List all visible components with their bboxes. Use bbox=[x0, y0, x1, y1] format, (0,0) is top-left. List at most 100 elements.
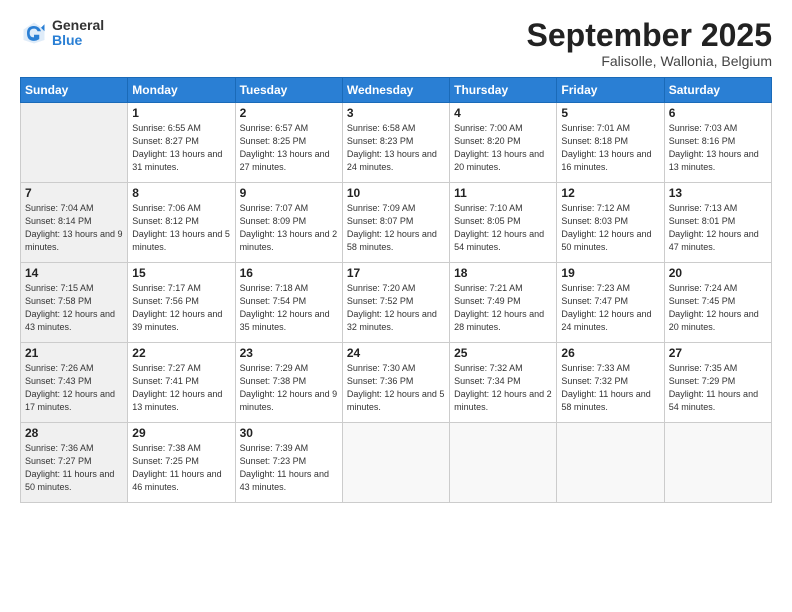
page: General Blue September 2025 Falisolle, W… bbox=[0, 0, 792, 612]
cell-w3-d6: 20Sunrise: 7:24 AM Sunset: 7:45 PM Dayli… bbox=[664, 263, 771, 343]
day-info: Sunrise: 7:12 AM Sunset: 8:03 PM Dayligh… bbox=[561, 202, 659, 254]
cell-w2-d4: 11Sunrise: 7:10 AM Sunset: 8:05 PM Dayli… bbox=[450, 183, 557, 263]
day-number: 23 bbox=[240, 346, 338, 360]
day-info: Sunrise: 7:04 AM Sunset: 8:14 PM Dayligh… bbox=[25, 202, 123, 254]
cell-w5-d5 bbox=[557, 423, 664, 503]
cell-w4-d5: 26Sunrise: 7:33 AM Sunset: 7:32 PM Dayli… bbox=[557, 343, 664, 423]
day-number: 2 bbox=[240, 106, 338, 120]
day-info: Sunrise: 7:38 AM Sunset: 7:25 PM Dayligh… bbox=[132, 442, 230, 494]
cell-w3-d5: 19Sunrise: 7:23 AM Sunset: 7:47 PM Dayli… bbox=[557, 263, 664, 343]
logo-icon bbox=[20, 19, 48, 47]
cell-w1-d4: 4 Sunrise: 7:00 AM Sunset: 8:20 PM Daylig… bbox=[450, 103, 557, 183]
day-info: Sunrise: 7:27 AM Sunset: 7:41 PM Dayligh… bbox=[132, 362, 230, 414]
day-number: 10 bbox=[347, 186, 445, 200]
cell-w3-d4: 18Sunrise: 7:21 AM Sunset: 7:49 PM Dayli… bbox=[450, 263, 557, 343]
calendar: Sunday Monday Tuesday Wednesday Thursday… bbox=[20, 77, 772, 503]
cell-w1-d1: 1 Sunrise: 6:55 AM Sunset: 8:27 PM Daylig… bbox=[128, 103, 235, 183]
day-number: 30 bbox=[240, 426, 338, 440]
day-info: Sunrise: 7:00 AM Sunset: 8:20 PM Dayligh… bbox=[454, 122, 552, 174]
day-info: Sunrise: 7:32 AM Sunset: 7:34 PM Dayligh… bbox=[454, 362, 552, 414]
day-number: 12 bbox=[561, 186, 659, 200]
cell-w4-d0: 21Sunrise: 7:26 AM Sunset: 7:43 PM Dayli… bbox=[21, 343, 128, 423]
week-row-1: 1 Sunrise: 6:55 AM Sunset: 8:27 PM Daylig… bbox=[21, 103, 772, 183]
cell-w4-d2: 23 Sunrise: 7:29 AM Sunset: 7:38 PM Dayli… bbox=[235, 343, 342, 423]
day-info: Sunrise: 7:07 AM Sunset: 8:09 PM Dayligh… bbox=[240, 202, 338, 254]
day-number: 5 bbox=[561, 106, 659, 120]
col-friday: Friday bbox=[557, 78, 664, 103]
col-saturday: Saturday bbox=[664, 78, 771, 103]
cell-w5-d3 bbox=[342, 423, 449, 503]
day-info: Sunrise: 7:36 AM Sunset: 7:27 PM Dayligh… bbox=[25, 442, 123, 494]
cell-w2-d5: 12 Sunrise: 7:12 AM Sunset: 8:03 PM Dayli… bbox=[557, 183, 664, 263]
cell-w5-d6 bbox=[664, 423, 771, 503]
day-info: Sunrise: 6:58 AM Sunset: 8:23 PM Dayligh… bbox=[347, 122, 445, 174]
week-row-2: 7Sunrise: 7:04 AM Sunset: 8:14 PM Daylig… bbox=[21, 183, 772, 263]
day-info: Sunrise: 7:21 AM Sunset: 7:49 PM Dayligh… bbox=[454, 282, 552, 334]
logo-general: General bbox=[52, 18, 104, 33]
day-number: 13 bbox=[669, 186, 767, 200]
day-info: Sunrise: 7:17 AM Sunset: 7:56 PM Dayligh… bbox=[132, 282, 230, 334]
day-info: Sunrise: 7:39 AM Sunset: 7:23 PM Dayligh… bbox=[240, 442, 338, 494]
day-info: Sunrise: 7:03 AM Sunset: 8:16 PM Dayligh… bbox=[669, 122, 767, 174]
day-number: 15 bbox=[132, 266, 230, 280]
col-tuesday: Tuesday bbox=[235, 78, 342, 103]
day-number: 14 bbox=[25, 266, 123, 280]
week-row-5: 28Sunrise: 7:36 AM Sunset: 7:27 PM Dayli… bbox=[21, 423, 772, 503]
day-info: Sunrise: 7:29 AM Sunset: 7:38 PM Dayligh… bbox=[240, 362, 338, 414]
title-block: September 2025 Falisolle, Wallonia, Belg… bbox=[527, 18, 772, 69]
col-monday: Monday bbox=[128, 78, 235, 103]
week-row-3: 14 Sunrise: 7:15 AM Sunset: 7:58 PM Dayli… bbox=[21, 263, 772, 343]
cell-w2-d0: 7Sunrise: 7:04 AM Sunset: 8:14 PM Daylig… bbox=[21, 183, 128, 263]
cell-w3-d3: 17 Sunrise: 7:20 AM Sunset: 7:52 PM Dayli… bbox=[342, 263, 449, 343]
cell-w4-d6: 27 Sunrise: 7:35 AM Sunset: 7:29 PM Dayli… bbox=[664, 343, 771, 423]
cell-w4-d4: 25Sunrise: 7:32 AM Sunset: 7:34 PM Dayli… bbox=[450, 343, 557, 423]
day-number: 8 bbox=[132, 186, 230, 200]
cell-w4-d3: 24 Sunrise: 7:30 AM Sunset: 7:36 PM Dayli… bbox=[342, 343, 449, 423]
day-number: 3 bbox=[347, 106, 445, 120]
day-number: 6 bbox=[669, 106, 767, 120]
cell-w2-d3: 10 Sunrise: 7:09 AM Sunset: 8:07 PM Dayli… bbox=[342, 183, 449, 263]
cell-w1-d2: 2 Sunrise: 6:57 AM Sunset: 8:25 PM Daylig… bbox=[235, 103, 342, 183]
cell-w2-d6: 13Sunrise: 7:13 AM Sunset: 8:01 PM Dayli… bbox=[664, 183, 771, 263]
day-number: 11 bbox=[454, 186, 552, 200]
day-info: Sunrise: 7:18 AM Sunset: 7:54 PM Dayligh… bbox=[240, 282, 338, 334]
col-thursday: Thursday bbox=[450, 78, 557, 103]
day-info: Sunrise: 6:57 AM Sunset: 8:25 PM Dayligh… bbox=[240, 122, 338, 174]
cell-w1-d0 bbox=[21, 103, 128, 183]
cell-w2-d1: 8Sunrise: 7:06 AM Sunset: 8:12 PM Daylig… bbox=[128, 183, 235, 263]
cell-w3-d0: 14 Sunrise: 7:15 AM Sunset: 7:58 PM Dayli… bbox=[21, 263, 128, 343]
cell-w3-d2: 16 Sunrise: 7:18 AM Sunset: 7:54 PM Dayli… bbox=[235, 263, 342, 343]
cell-w4-d1: 22Sunrise: 7:27 AM Sunset: 7:41 PM Dayli… bbox=[128, 343, 235, 423]
cell-w1-d5: 5 Sunrise: 7:01 AM Sunset: 8:18 PM Daylig… bbox=[557, 103, 664, 183]
day-number: 29 bbox=[132, 426, 230, 440]
day-number: 9 bbox=[240, 186, 338, 200]
day-info: Sunrise: 7:26 AM Sunset: 7:43 PM Dayligh… bbox=[25, 362, 123, 414]
day-number: 27 bbox=[669, 346, 767, 360]
location: Falisolle, Wallonia, Belgium bbox=[527, 53, 772, 69]
cell-w1-d3: 3 Sunrise: 6:58 AM Sunset: 8:23 PM Daylig… bbox=[342, 103, 449, 183]
day-info: Sunrise: 7:30 AM Sunset: 7:36 PM Dayligh… bbox=[347, 362, 445, 414]
day-number: 16 bbox=[240, 266, 338, 280]
header: General Blue September 2025 Falisolle, W… bbox=[20, 18, 772, 69]
day-number: 24 bbox=[347, 346, 445, 360]
cell-w5-d4 bbox=[450, 423, 557, 503]
day-info: Sunrise: 7:09 AM Sunset: 8:07 PM Dayligh… bbox=[347, 202, 445, 254]
col-wednesday: Wednesday bbox=[342, 78, 449, 103]
cell-w5-d1: 29 Sunrise: 7:38 AM Sunset: 7:25 PM Dayli… bbox=[128, 423, 235, 503]
col-sunday: Sunday bbox=[21, 78, 128, 103]
day-info: Sunrise: 7:35 AM Sunset: 7:29 PM Dayligh… bbox=[669, 362, 767, 414]
day-number: 17 bbox=[347, 266, 445, 280]
cell-w5-d0: 28Sunrise: 7:36 AM Sunset: 7:27 PM Dayli… bbox=[21, 423, 128, 503]
day-info: Sunrise: 7:15 AM Sunset: 7:58 PM Dayligh… bbox=[25, 282, 123, 334]
day-info: Sunrise: 6:55 AM Sunset: 8:27 PM Dayligh… bbox=[132, 122, 230, 174]
cell-w1-d6: 6 Sunrise: 7:03 AM Sunset: 8:16 PM Daylig… bbox=[664, 103, 771, 183]
day-info: Sunrise: 7:01 AM Sunset: 8:18 PM Dayligh… bbox=[561, 122, 659, 174]
day-number: 4 bbox=[454, 106, 552, 120]
calendar-header-row: Sunday Monday Tuesday Wednesday Thursday… bbox=[21, 78, 772, 103]
day-info: Sunrise: 7:24 AM Sunset: 7:45 PM Dayligh… bbox=[669, 282, 767, 334]
day-number: 26 bbox=[561, 346, 659, 360]
logo: General Blue bbox=[20, 18, 104, 49]
day-number: 1 bbox=[132, 106, 230, 120]
day-info: Sunrise: 7:20 AM Sunset: 7:52 PM Dayligh… bbox=[347, 282, 445, 334]
cell-w2-d2: 9 Sunrise: 7:07 AM Sunset: 8:09 PM Daylig… bbox=[235, 183, 342, 263]
